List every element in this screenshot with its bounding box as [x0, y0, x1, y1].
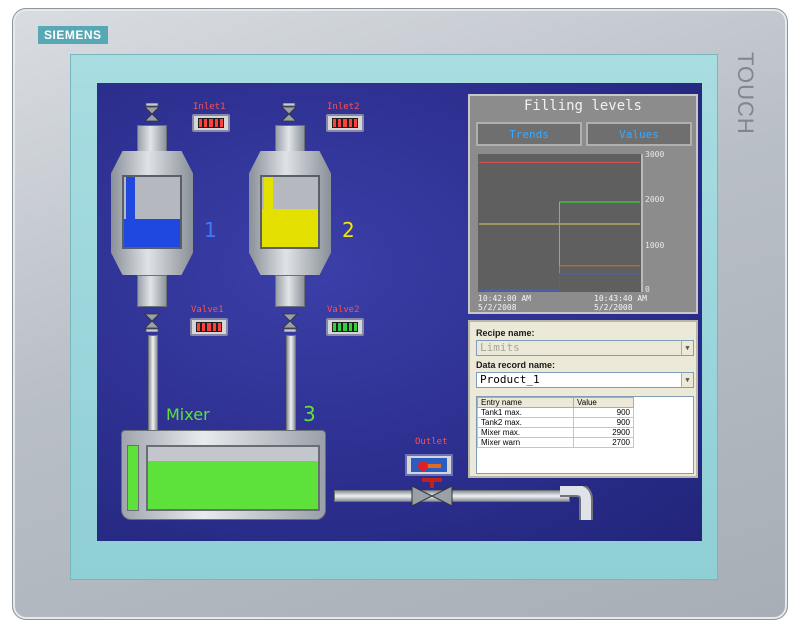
tank2-bottom-neck: [275, 275, 305, 307]
y-tick-label: 2000: [645, 195, 665, 204]
inlet2-label: Inlet2: [327, 102, 360, 112]
recipe-table-grid: Entry name Value Tank1 max. 900 Tank2 ma…: [477, 397, 634, 448]
x-end-time: 10:43:40 AM: [594, 294, 647, 303]
outlet-elbow-pipe: [560, 486, 593, 520]
x-end-date: 5/2/2008: [594, 303, 633, 312]
x-start-label: 10:42:00 AM 5/2/2008: [478, 294, 531, 312]
recipe-view: Recipe name: Limits ▼ Data record name: …: [468, 320, 698, 478]
outlet-label: Outlet: [415, 437, 448, 447]
mixer-window: [146, 445, 320, 511]
tank2-level-bar: [264, 177, 273, 247]
tank1-outlet-pipe: [148, 335, 158, 433]
tank1-level-bar: [126, 177, 135, 247]
tank1-window: [122, 175, 182, 249]
outlet-button-face: [411, 458, 447, 472]
tank1: [111, 125, 193, 325]
entry-name-cell: Tank1 max.: [477, 407, 574, 418]
valve1-label: Valve1: [191, 305, 224, 315]
inlet1-indicator[interactable]: [192, 114, 230, 132]
model-label: TOUCH: [733, 52, 758, 135]
valve2-indicator[interactable]: [326, 318, 364, 336]
tank2-outlet-pipe: [286, 335, 296, 433]
record-name-label: Data record name:: [476, 360, 556, 370]
trend-panel: Filling levels Trends Values 3000 2000 1…: [468, 94, 698, 314]
record-name-dropdown[interactable]: Product_1 ▼: [476, 372, 694, 388]
trend-series-line-5: [479, 273, 640, 291]
tank1-bottom-neck: [137, 275, 167, 307]
valve1-indicator[interactable]: [190, 318, 228, 336]
tab-values[interactable]: Values: [586, 122, 692, 146]
chevron-down-icon: ▼: [681, 341, 693, 355]
mixer-tank: [121, 430, 326, 520]
mixer-number: 3: [303, 402, 316, 426]
entry-name-cell: Mixer warn: [477, 437, 574, 448]
entry-value-cell[interactable]: 900: [573, 407, 634, 418]
trend-title: Filling levels: [523, 98, 642, 114]
valve1-icon[interactable]: [142, 312, 162, 332]
brand-logo: SIEMENS: [38, 26, 108, 44]
entry-value-cell[interactable]: 900: [573, 417, 634, 428]
entry-name-cell: Tank2 max.: [477, 417, 574, 428]
y-tick-label: 0: [645, 285, 650, 294]
x-start-time: 10:42:00 AM: [478, 294, 531, 303]
tank1-top-neck: [137, 125, 167, 153]
trend-y-axis-line: [641, 154, 643, 292]
tank2-window: [260, 175, 320, 249]
table-row[interactable]: Tank2 max. 900: [477, 417, 634, 428]
recipe-name-value: Limits: [480, 341, 520, 354]
mixer-label: Mixer: [166, 405, 210, 424]
table-row[interactable]: Mixer max. 2900: [477, 427, 634, 438]
inlet1-indicator-bars: [198, 118, 224, 128]
inlet2-indicator[interactable]: [326, 114, 364, 132]
chevron-down-icon: ▼: [681, 373, 693, 387]
column-header-value[interactable]: Value: [573, 397, 634, 408]
tank2: [249, 125, 331, 325]
valve1-indicator-bars: [196, 322, 222, 332]
trend-plot-area: [478, 154, 641, 292]
trend-chart: [479, 161, 640, 291]
valve2-icon[interactable]: [280, 312, 300, 332]
x-start-date: 5/2/2008: [478, 303, 517, 312]
recipe-name-dropdown[interactable]: Limits ▼: [476, 340, 694, 356]
trend-y-axis: 3000 2000 1000 0: [641, 150, 693, 294]
y-tick-label: 3000: [645, 150, 665, 159]
inlet1-valve-icon[interactable]: [142, 103, 162, 123]
table-header-row: Entry name Value: [477, 397, 634, 408]
inlet2-valve-icon[interactable]: [279, 103, 299, 123]
column-header-entry-name[interactable]: Entry name: [477, 397, 574, 408]
inlet1-label: Inlet1: [193, 102, 226, 112]
entry-name-cell: Mixer max.: [477, 427, 574, 438]
outlet-button[interactable]: [405, 454, 453, 476]
mixer-level-gauge: [127, 445, 139, 511]
outlet-switch-icon: [418, 461, 441, 471]
valve2-indicator-bars: [332, 322, 358, 332]
x-end-label: 10:43:40 AM 5/2/2008: [594, 294, 647, 312]
y-tick-label: 1000: [645, 241, 665, 250]
tank2-top-neck: [275, 125, 305, 153]
tank1-number: 1: [204, 218, 217, 242]
mixer-fill: [148, 460, 318, 509]
entry-value-cell[interactable]: 2700: [573, 437, 634, 448]
table-row[interactable]: Tank1 max. 900: [477, 407, 634, 418]
outlet-valve-icon[interactable]: [402, 478, 462, 514]
record-name-value: Product_1: [480, 373, 540, 386]
recipe-table[interactable]: Entry name Value Tank1 max. 900 Tank2 ma…: [476, 396, 694, 474]
inlet2-indicator-bars: [332, 118, 358, 128]
tank2-number: 2: [342, 218, 355, 242]
recipe-name-label: Recipe name:: [476, 328, 535, 338]
tab-trends[interactable]: Trends: [476, 122, 582, 146]
table-row[interactable]: Mixer warn 2700: [477, 437, 634, 448]
entry-value-cell[interactable]: 2900: [573, 427, 634, 438]
valve2-label: Valve2: [327, 305, 360, 315]
mixer-level-gauge-fill: [128, 446, 138, 510]
